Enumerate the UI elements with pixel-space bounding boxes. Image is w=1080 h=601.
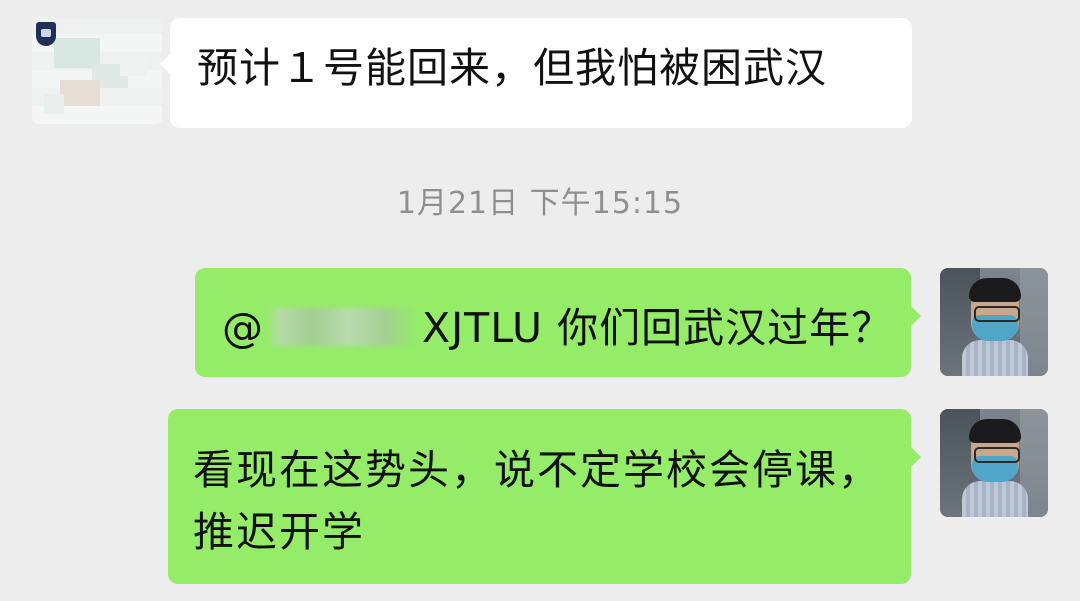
incoming-message-bubble[interactable]: 预计１号能回来，但我怕被困武汉 (160, 18, 912, 128)
outgoing-message-bubble[interactable]: 看现在这势头，说不定学校会停课，推迟开学 (168, 409, 921, 584)
message-timestamp: 1月21日 下午15:15 (396, 186, 684, 221)
school-badge-icon (36, 22, 56, 46)
chat-window: 预计１号能回来，但我怕被困武汉 1月21日 下午15:15 @ XJTLU 你们回… (0, 0, 1080, 601)
contact-avatar-icon[interactable] (32, 18, 162, 124)
user-avatar-icon[interactable] (940, 268, 1048, 376)
incoming-message-text: 预计１号能回来，但我怕被困武汉 (197, 44, 827, 92)
outgoing-message-bubble[interactable]: @ XJTLU 你们回武汉过年？ (195, 268, 921, 377)
blurred-mention-name (266, 308, 416, 346)
mention-at-symbol: @ (222, 304, 264, 352)
outgoing-message-text: XJTLU 你们回武汉过年？ (422, 304, 894, 352)
user-avatar-icon[interactable] (940, 409, 1048, 517)
outgoing-message-text: 看现在这势头，说不定学校会停课，推迟开学 (193, 446, 881, 556)
